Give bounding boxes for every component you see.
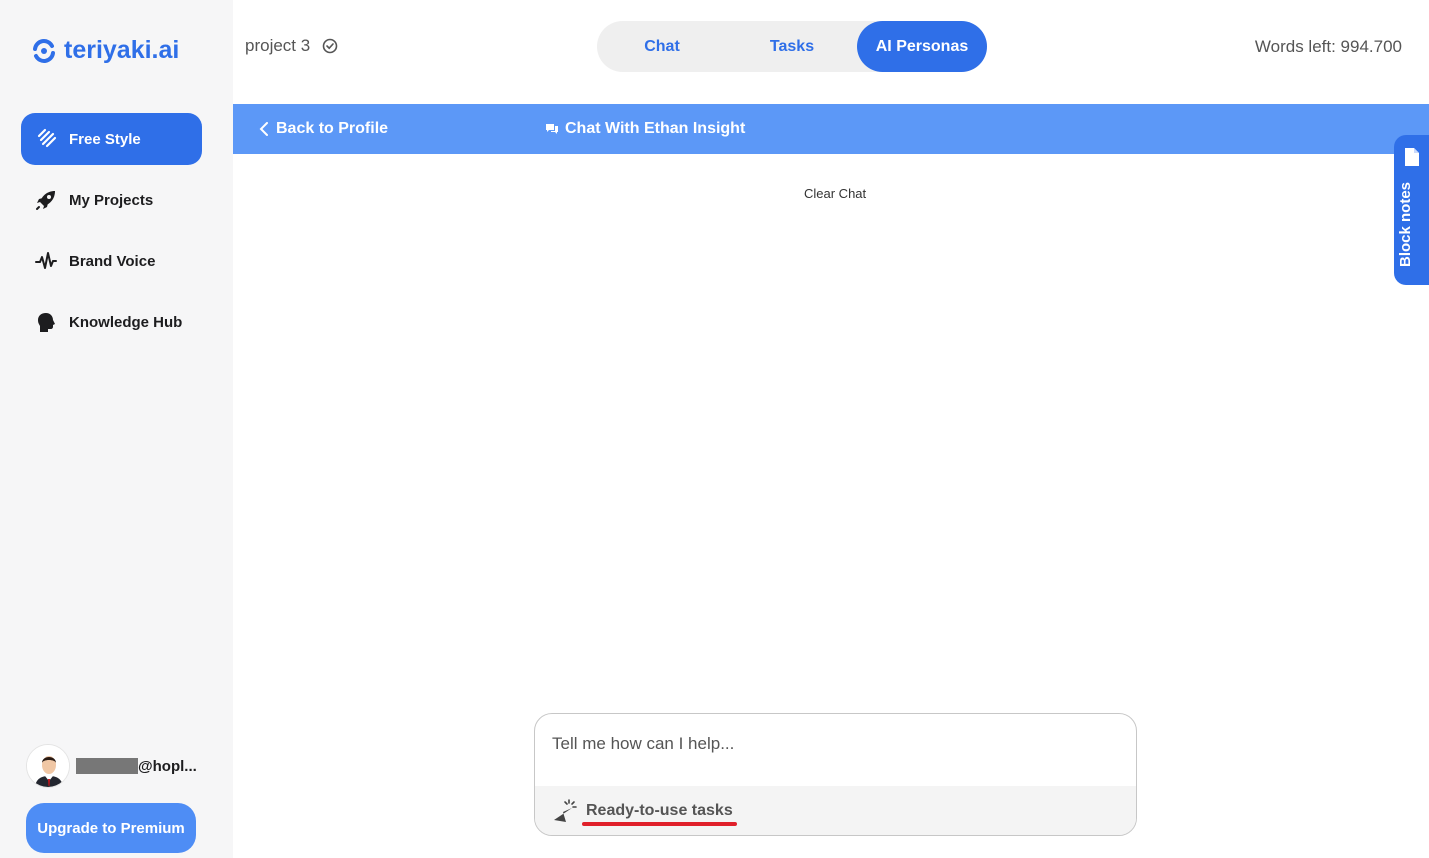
waveform-icon <box>35 252 57 269</box>
chat-title-text: Chat With Ethan Insight <box>565 120 746 137</box>
ready-to-use-tasks-button[interactable]: Ready-to-use tasks <box>552 798 733 824</box>
project-name: project 3 <box>245 36 311 55</box>
back-to-profile-link[interactable]: Back to Profile <box>258 104 388 154</box>
sidebar-item-label: Knowledge Hub <box>69 313 183 331</box>
block-notes-tab[interactable]: Block notes <box>1394 135 1429 285</box>
rocket-icon <box>36 191 55 210</box>
head-icon <box>38 313 55 332</box>
sidebar-item-label: Free Style <box>69 130 141 148</box>
email-redaction <box>76 758 138 774</box>
chat-header-bar: Back to Profile Chat With Ethan Insight <box>233 104 1429 154</box>
tab-ai-personas[interactable]: AI Personas <box>857 21 987 72</box>
chat-composer: Ready-to-use tasks <box>534 713 1137 836</box>
user-email: @hopl... <box>138 757 197 775</box>
clear-chat-button[interactable]: Clear Chat <box>804 186 866 201</box>
sidebar-item-label: Brand Voice <box>69 252 156 270</box>
tasks-label: Ready-to-use tasks <box>586 802 733 819</box>
logo-text: teriyaki.ai <box>64 36 180 64</box>
user-profile[interactable]: @hopl... <box>26 744 197 788</box>
sidebar-item-my-projects[interactable]: My Projects <box>21 174 202 226</box>
back-label: Back to Profile <box>276 120 389 137</box>
composer-toolbar: Ready-to-use tasks <box>535 786 1136 835</box>
document-icon <box>1405 148 1419 166</box>
block-notes-label: Block notes <box>1397 181 1414 267</box>
chat-bubble-icon <box>546 124 558 134</box>
project-title[interactable]: project 3 <box>245 36 338 56</box>
upgrade-button[interactable]: Upgrade to Premium <box>26 803 196 853</box>
mode-tabs: Chat Tasks AI Personas <box>597 21 987 72</box>
chat-input[interactable] <box>535 714 1136 786</box>
pen-icon <box>37 128 57 148</box>
check-circle-icon[interactable] <box>322 38 338 54</box>
sidebar-item-knowledge-hub[interactable]: Knowledge Hub <box>21 296 202 348</box>
sidebar-item-free-style[interactable]: Free Style <box>21 113 202 165</box>
app-logo[interactable]: teriyaki.ai <box>30 36 179 65</box>
tab-tasks[interactable]: Tasks <box>727 21 857 72</box>
words-left-counter: Words left: 994.700 <box>1254 37 1402 56</box>
tasks-underline <box>582 822 737 826</box>
avatar[interactable] <box>26 744 70 788</box>
sidebar: teriyaki.ai Free Style My Projects Brand… <box>0 0 233 858</box>
sidebar-item-brand-voice[interactable]: Brand Voice <box>21 235 202 287</box>
avatar-icon <box>27 745 69 787</box>
sidebar-item-label: My Projects <box>69 191 154 209</box>
logo-icon <box>33 38 55 63</box>
chevron-left-icon <box>259 122 268 136</box>
sparkle-send-icon <box>554 799 577 822</box>
chat-title: Chat With Ethan Insight <box>545 104 745 154</box>
tab-chat[interactable]: Chat <box>597 21 727 72</box>
